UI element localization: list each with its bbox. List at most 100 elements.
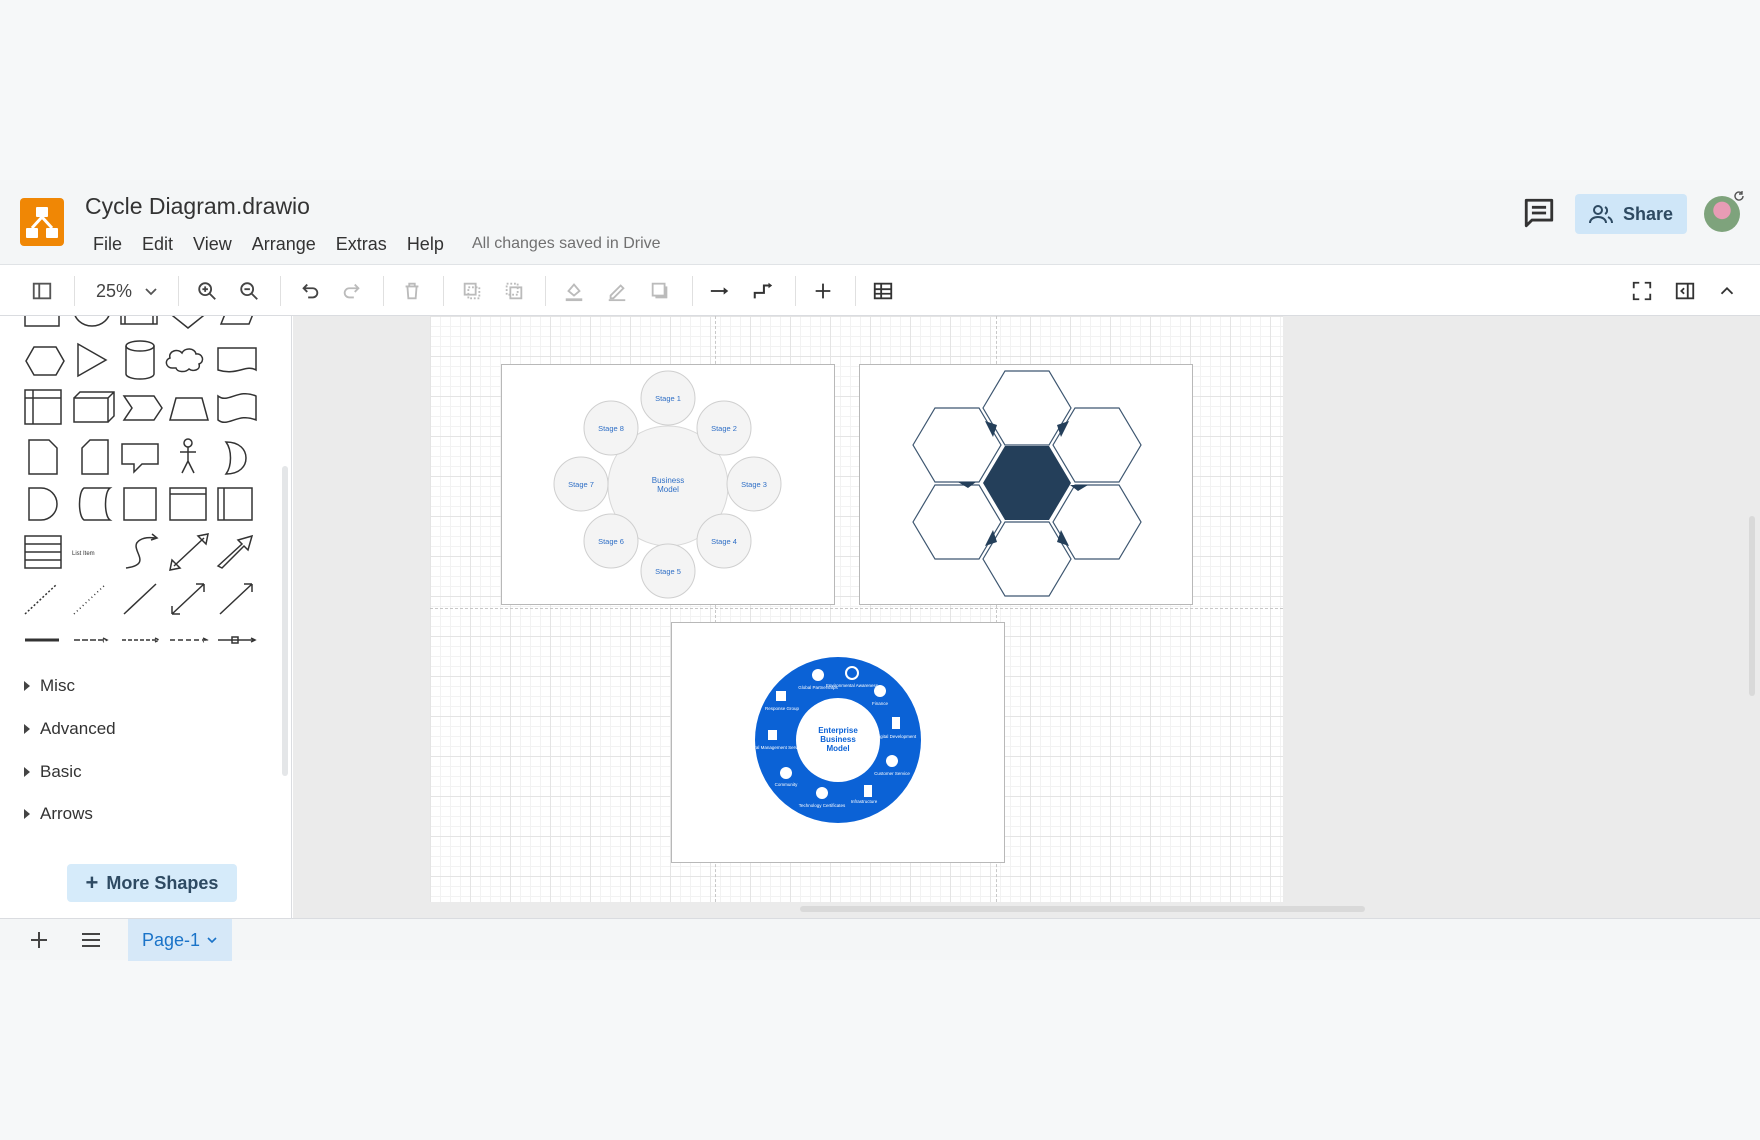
svg-text:Response Group: Response Group bbox=[765, 706, 800, 711]
list-item-shape[interactable]: List Item bbox=[72, 551, 95, 557]
horizontal-scrollbar[interactable] bbox=[800, 906, 1365, 912]
sidebar-scrollbar[interactable] bbox=[282, 466, 288, 776]
collapse-button[interactable] bbox=[1713, 277, 1741, 305]
dashed-line-shape[interactable] bbox=[24, 583, 58, 615]
enterprise-diagram[interactable]: Enterprise Business Model Global Partner… bbox=[671, 622, 1005, 863]
cycle-diagram[interactable]: Business Model Stage 1 Stage 2 Stage 3 S… bbox=[501, 364, 835, 605]
container-shape[interactable] bbox=[169, 487, 207, 521]
toolbar: 25% bbox=[0, 266, 1760, 316]
more-shapes-button[interactable]: + More Shapes bbox=[67, 864, 237, 902]
diamond-shape[interactable] bbox=[168, 316, 208, 329]
pages-menu-icon[interactable] bbox=[80, 929, 102, 951]
save-status[interactable]: All changes saved in Drive bbox=[472, 235, 661, 253]
cylinder-shape[interactable] bbox=[125, 340, 155, 380]
stage-2[interactable]: Stage 2 bbox=[696, 400, 752, 456]
fullscreen-button[interactable] bbox=[1628, 277, 1656, 305]
directional-connector-shape[interactable] bbox=[219, 583, 253, 615]
drawio-logo[interactable] bbox=[20, 198, 64, 246]
stage-6[interactable]: Stage 6 bbox=[583, 513, 639, 569]
ellipse-shape[interactable] bbox=[74, 316, 110, 327]
rectangle-shape[interactable] bbox=[24, 316, 60, 327]
vertical-scrollbar[interactable] bbox=[1749, 516, 1755, 696]
menu-help[interactable]: Help bbox=[397, 232, 454, 256]
note-shape[interactable] bbox=[28, 439, 58, 475]
page-tab-1[interactable]: Page-1 bbox=[128, 919, 232, 961]
add-page-icon[interactable] bbox=[28, 929, 50, 951]
toggle-format-panel-button[interactable] bbox=[1671, 277, 1699, 305]
line-shape[interactable] bbox=[123, 583, 157, 615]
list-shape[interactable] bbox=[24, 535, 62, 569]
undo-button[interactable] bbox=[296, 277, 324, 305]
square-shape[interactable] bbox=[123, 487, 157, 521]
cube-shape[interactable] bbox=[73, 391, 115, 423]
stage-8[interactable]: Stage 8 bbox=[583, 400, 639, 456]
connector-label-shape[interactable] bbox=[122, 637, 161, 643]
zoom-in-button[interactable] bbox=[193, 277, 221, 305]
zoom-out-button[interactable] bbox=[235, 277, 263, 305]
stage-4[interactable]: Stage 4 bbox=[696, 513, 752, 569]
to-back-icon bbox=[505, 282, 523, 300]
comments-button[interactable] bbox=[1522, 196, 1556, 230]
menu-arrange[interactable]: Arrange bbox=[242, 232, 326, 256]
share-button[interactable]: Share bbox=[1575, 194, 1687, 234]
document-title[interactable]: Cycle Diagram.drawio bbox=[85, 193, 310, 220]
format-panel-button[interactable] bbox=[28, 277, 56, 305]
fill-color-button[interactable] bbox=[560, 277, 588, 305]
triangle-shape[interactable] bbox=[77, 342, 108, 378]
stage-3[interactable]: Stage 3 bbox=[726, 456, 782, 512]
callout-shape[interactable] bbox=[121, 443, 159, 474]
dotted-line-shape[interactable] bbox=[73, 583, 107, 615]
redo-button[interactable] bbox=[338, 277, 366, 305]
menu-view[interactable]: View bbox=[183, 232, 242, 256]
menu-extras[interactable]: Extras bbox=[326, 232, 397, 256]
section-arrows[interactable]: Arrows bbox=[24, 804, 93, 824]
to-front-button[interactable] bbox=[458, 277, 486, 305]
arrow-shape[interactable] bbox=[216, 534, 254, 569]
table-button[interactable] bbox=[869, 277, 897, 305]
stage-7[interactable]: Stage 7 bbox=[553, 456, 609, 512]
cloud-shape[interactable] bbox=[165, 348, 204, 373]
process-shape[interactable] bbox=[120, 316, 158, 325]
tape-shape[interactable] bbox=[217, 393, 257, 423]
hexagon-diagram[interactable] bbox=[859, 364, 1193, 605]
connector-block-shape[interactable] bbox=[218, 636, 257, 644]
hexagon-shape[interactable] bbox=[25, 346, 65, 376]
vertical-container-shape[interactable] bbox=[217, 487, 253, 521]
connection-icon bbox=[710, 287, 729, 295]
fill-color-icon bbox=[565, 283, 583, 302]
insert-button[interactable] bbox=[809, 277, 837, 305]
bidirectional-arrow-shape[interactable] bbox=[169, 533, 209, 571]
to-back-button[interactable] bbox=[500, 277, 528, 305]
document-shape[interactable] bbox=[217, 347, 257, 373]
internal-storage-shape[interactable] bbox=[24, 389, 62, 425]
diagram-canvas[interactable]: Business Model Stage 1 Stage 2 Stage 3 S… bbox=[293, 316, 1760, 918]
stage-5[interactable]: Stage 5 bbox=[640, 543, 696, 599]
shadow-button[interactable] bbox=[646, 277, 674, 305]
card-shape[interactable] bbox=[81, 439, 109, 475]
connector-dashed-shape[interactable] bbox=[170, 637, 209, 643]
drawio-app: Cycle Diagram.drawio File Edit View Arra… bbox=[0, 180, 1760, 961]
svg-text:Infrastructure: Infrastructure bbox=[851, 799, 878, 804]
step-shape[interactable] bbox=[122, 395, 163, 421]
section-advanced[interactable]: Advanced bbox=[24, 719, 116, 739]
trapezoid-shape[interactable] bbox=[169, 397, 209, 421]
parallelogram-shape[interactable] bbox=[219, 316, 257, 325]
bidirectional-connector-shape[interactable] bbox=[171, 583, 205, 615]
menu-file[interactable]: File bbox=[83, 232, 132, 256]
section-basic[interactable]: Basic bbox=[24, 762, 82, 782]
connection-style-button[interactable] bbox=[706, 277, 734, 305]
line-color-button[interactable] bbox=[603, 277, 631, 305]
waypoints-button[interactable] bbox=[749, 277, 777, 305]
section-misc[interactable]: Misc bbox=[24, 676, 75, 696]
delete-button[interactable] bbox=[398, 277, 426, 305]
zoom-select[interactable]: 25% bbox=[92, 277, 164, 305]
connector-arrow-shape[interactable] bbox=[74, 637, 109, 643]
or-shape[interactable] bbox=[224, 441, 247, 475]
stage-1[interactable]: Stage 1 bbox=[640, 370, 696, 426]
menu-edit[interactable]: Edit bbox=[132, 232, 183, 256]
delay-shape[interactable] bbox=[28, 487, 58, 521]
svg-text:Enterprise: Enterprise bbox=[818, 726, 858, 735]
curve-shape[interactable] bbox=[125, 533, 159, 569]
data-storage-shape[interactable] bbox=[78, 487, 113, 521]
actor-shape[interactable] bbox=[180, 438, 196, 474]
